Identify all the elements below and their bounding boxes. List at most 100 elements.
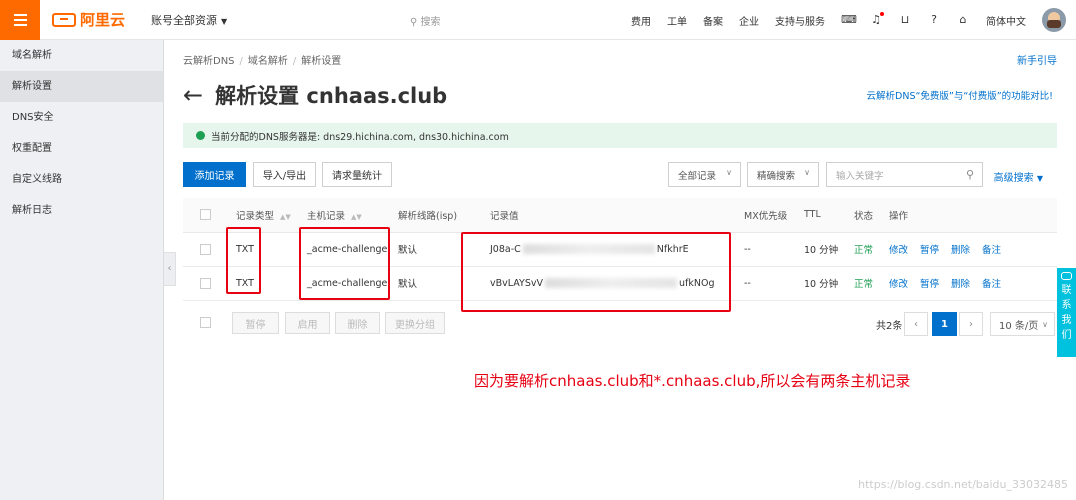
edit-link[interactable]: 修改 — [889, 279, 908, 290]
row-checkbox[interactable] — [200, 243, 211, 255]
footer-select-all-checkbox[interactable] — [200, 317, 211, 328]
search-icon: ⚲ — [410, 17, 418, 28]
col-line: 解析线路(isp) — [398, 210, 458, 222]
search-mode-value: 精确搜索 — [757, 170, 796, 182]
avatar[interactable] — [1042, 8, 1066, 32]
prev-page-button[interactable]: ‹ — [904, 312, 928, 336]
contact-char: 我 — [1061, 315, 1072, 326]
back-arrow-icon[interactable]: ← — [183, 81, 203, 109]
col-status: 状态 — [854, 210, 874, 222]
compare-editions-link[interactable]: 云解析DNS“免费版”与“付费版”的功能对比! — [867, 88, 1053, 102]
menu-icon[interactable] — [0, 0, 40, 40]
select-all-checkbox[interactable] — [200, 209, 211, 221]
sidebar-item-dns-security[interactable]: DNS安全 — [0, 102, 163, 133]
col-host[interactable]: 主机记录 — [307, 211, 345, 222]
col-value: 记录值 — [490, 210, 519, 222]
mx-cell: -- — [744, 232, 804, 267]
breadcrumb: 云解析DNS / 域名解析 / 解析设置 — [183, 56, 342, 67]
table-footer: 暂停 启用 删除 更换分组 共2条 ‹ 1 › 10 条/页 ∨ — [183, 312, 1057, 336]
page-number-current[interactable]: 1 — [932, 312, 957, 336]
record-filter-select[interactable]: 全部记录 ∨ — [668, 162, 741, 187]
notice-text: 当前分配的DNS服务器是: dns29.hichina.com, dns30.h… — [211, 131, 509, 143]
keyword-placeholder: 输入关键字 — [836, 170, 884, 182]
sort-icon[interactable]: ▲▼ — [280, 213, 291, 221]
caret-down-icon: ▼ — [221, 16, 228, 26]
nav-enterprise[interactable]: 企业 — [739, 13, 759, 28]
actions-cell: 修改 暂停 删除 备注 — [889, 266, 1057, 301]
account-scope-label: 账号全部资源 — [151, 13, 218, 27]
row-checkbox[interactable] — [200, 277, 211, 289]
contact-char: 联 — [1061, 285, 1072, 296]
contact-us-button[interactable]: 联 系 我 们 — [1057, 268, 1076, 357]
bell-icon[interactable]: ♫ — [870, 12, 884, 26]
status-cell: 正常 — [854, 232, 889, 267]
help-icon[interactable]: ? — [928, 14, 940, 26]
cart-icon[interactable]: ⊔ — [899, 14, 911, 26]
actions-cell: 修改 暂停 删除 备注 — [889, 232, 1057, 267]
search-placeholder: 搜索 — [420, 17, 441, 28]
sidebar-item-resolution-settings[interactable]: 解析设置 — [0, 71, 163, 102]
remark-link[interactable]: 备注 — [982, 245, 1001, 256]
check-circle-icon — [196, 131, 205, 140]
pause-link[interactable]: 暂停 — [920, 279, 939, 290]
contact-char: 系 — [1061, 300, 1072, 311]
sidebar: 域名解析 解析设置 DNS安全 权重配置 自定义线路 解析日志 — [0, 40, 164, 500]
bulk-pause-button[interactable]: 暂停 — [232, 312, 279, 334]
annotation-box-host — [299, 227, 390, 300]
page-size-value: 10 条/页 — [999, 320, 1039, 332]
nav-tickets[interactable]: 工单 — [667, 13, 687, 28]
status-cell: 正常 — [854, 266, 889, 301]
page-size-select[interactable]: 10 条/页 ∨ — [990, 312, 1055, 336]
nav-support[interactable]: 支持与服务 — [775, 13, 825, 28]
advanced-search-label: 高级搜索 — [993, 173, 1034, 184]
annotation-box-value — [461, 232, 731, 312]
delete-link[interactable]: 删除 — [951, 245, 970, 256]
chevron-left-icon: ‹ — [914, 318, 918, 330]
breadcrumb-item[interactable]: 云解析DNS — [183, 56, 235, 67]
advanced-search-link[interactable]: 高级搜索 ▼ — [994, 169, 1043, 184]
caret-down-icon: ▼ — [1036, 174, 1043, 183]
dns-server-notice: 当前分配的DNS服务器是: dns29.hichina.com, dns30.h… — [183, 123, 1057, 148]
global-search[interactable]: ⚲ 搜索 — [410, 13, 441, 28]
next-page-button[interactable]: › — [959, 312, 983, 336]
sidebar-item-weight-config[interactable]: 权重配置 — [0, 133, 163, 164]
contact-char: 们 — [1061, 330, 1072, 341]
records-toolbar: 添加记录 导入/导出 请求量统计 全部记录 ∨ 精确搜索 ∨ 输入关键字 ⚲ 高级搜索… — [183, 162, 1057, 188]
sidebar-item-domain-resolution[interactable]: 域名解析 — [0, 40, 163, 71]
edit-link[interactable]: 修改 — [889, 245, 908, 256]
nav-billing[interactable]: 费用 — [631, 13, 651, 28]
language-switch[interactable]: 简体中文 — [986, 13, 1026, 28]
annotation-box-record-type — [226, 227, 261, 294]
home-icon[interactable]: ⌂ — [957, 14, 969, 26]
bulk-change-group-button[interactable]: 更换分组 — [385, 312, 445, 334]
account-scope-dropdown[interactable]: 账号全部资源 ▼ — [151, 12, 227, 28]
pause-link[interactable]: 暂停 — [920, 245, 939, 256]
search-mode-select[interactable]: 精确搜索 ∨ — [747, 162, 819, 187]
aliyun-logo[interactable]: 阿里云 — [52, 9, 125, 30]
page-title: 解析设置 cnhaas.club — [215, 84, 448, 108]
keyword-input[interactable]: 输入关键字 ⚲ — [826, 162, 983, 187]
remark-link[interactable]: 备注 — [982, 279, 1001, 290]
col-actions: 操作 — [889, 210, 909, 222]
sidebar-item-custom-line[interactable]: 自定义线路 — [0, 164, 163, 195]
breadcrumb-item[interactable]: 域名解析 — [248, 56, 288, 67]
search-icon[interactable]: ⚲ — [966, 168, 974, 181]
logo-text: 阿里云 — [80, 11, 126, 29]
beginner-guide-link[interactable]: 新手引导 — [1017, 52, 1057, 67]
nav-icp[interactable]: 备案 — [703, 13, 723, 28]
bulk-enable-button[interactable]: 启用 — [285, 312, 330, 334]
delete-link[interactable]: 删除 — [951, 279, 970, 290]
mx-cell: -- — [744, 266, 804, 301]
import-export-button[interactable]: 导入/导出 — [253, 162, 316, 187]
sidebar-collapse-handle[interactable]: ‹ — [164, 252, 176, 286]
ttl-cell: 10 分钟 — [804, 232, 854, 267]
bulk-delete-button[interactable]: 删除 — [335, 312, 380, 334]
add-record-button[interactable]: 添加记录 — [183, 162, 246, 187]
chevron-right-icon: › — [969, 318, 973, 330]
sort-icon[interactable]: ▲▼ — [351, 213, 362, 221]
terminal-icon[interactable]: ⌨ — [841, 14, 857, 26]
request-stats-button[interactable]: 请求量统计 — [322, 162, 392, 187]
col-record-type[interactable]: 记录类型 — [236, 211, 274, 222]
top-nav-links: 费用 工单 备案 企业 支持与服务 ⌨ ♫ ⊔ ? ⌂ 简体中文 — [631, 0, 1076, 40]
sidebar-item-resolution-log[interactable]: 解析日志 — [0, 195, 163, 226]
